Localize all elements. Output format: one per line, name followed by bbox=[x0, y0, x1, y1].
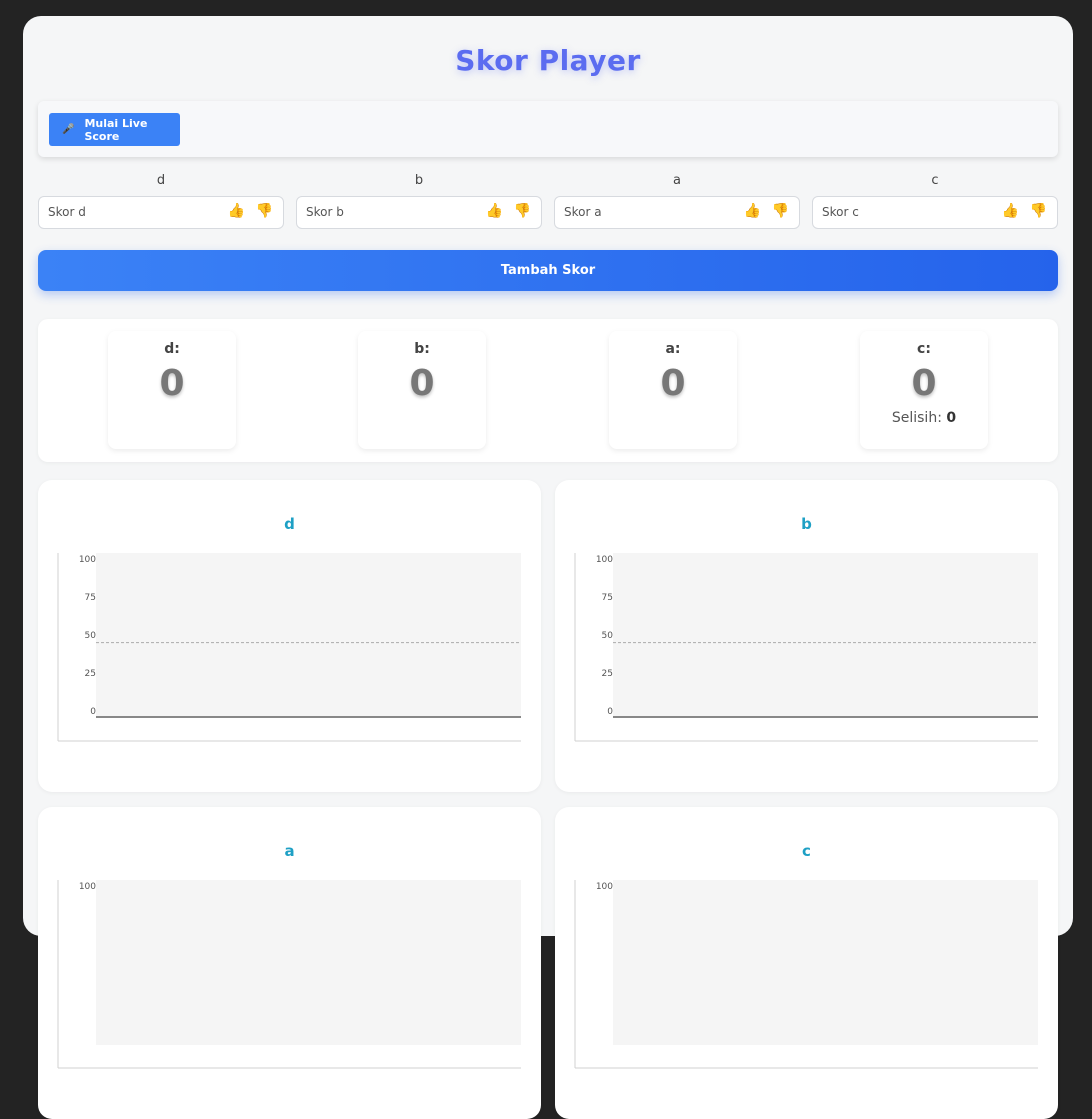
score-card-name: d: bbox=[164, 341, 180, 357]
y-tick-label: 25 bbox=[85, 669, 96, 679]
scoreboard-panel: d: 0 b: 0 a: 0 c: 0 Selisih: 0 bbox=[38, 319, 1058, 462]
score-value: 0 bbox=[409, 363, 435, 404]
y-tick-label: 75 bbox=[85, 593, 96, 603]
y-tick-label: 0 bbox=[607, 707, 613, 717]
player-name-label: c bbox=[931, 173, 939, 188]
player-name-label: d bbox=[156, 173, 166, 188]
score-difference: Selisih: 0 bbox=[860, 410, 988, 426]
player-name-label: a bbox=[673, 173, 681, 188]
y-tick-label: 100 bbox=[79, 555, 96, 565]
player-input-group-c: c Skor c 👍 👎 bbox=[812, 173, 1058, 229]
difference-value: 0 bbox=[946, 410, 957, 426]
y-tick-label: 50 bbox=[85, 631, 97, 641]
line-chart-c: 100 bbox=[574, 880, 1038, 1069]
y-tick-label: 100 bbox=[79, 882, 96, 892]
y-tick-label: 100 bbox=[596, 882, 613, 892]
thumbs-up-icon[interactable]: 👍 bbox=[228, 203, 245, 219]
live-score-bar: 🎤 Mulai Live Score bbox=[38, 101, 1058, 157]
score-input-d[interactable]: Skor d 👍 👎 bbox=[38, 196, 284, 229]
page-title: Skor Player bbox=[455, 44, 641, 77]
player-input-group-a: a Skor a 👍 👎 bbox=[554, 173, 800, 229]
plot-area bbox=[96, 880, 521, 1045]
start-live-score-button[interactable]: 🎤 Mulai Live Score bbox=[49, 113, 180, 146]
thumbs-up-icon[interactable]: 👍 bbox=[744, 203, 761, 219]
player-input-group-b: b Skor b 👍 👎 bbox=[296, 173, 542, 229]
line-chart-b: 0 25 50 75 100 bbox=[574, 553, 1038, 742]
microphone-icon: 🎤 bbox=[62, 124, 75, 135]
y-tick-label: 50 bbox=[602, 631, 614, 641]
score-input-placeholder: Skor a bbox=[564, 205, 602, 219]
score-input-c[interactable]: Skor c 👍 👎 bbox=[812, 196, 1058, 229]
y-tick-label: 100 bbox=[596, 555, 613, 565]
y-tick-label: 0 bbox=[90, 707, 96, 717]
plot-area bbox=[96, 553, 521, 718]
y-tick-label: 25 bbox=[602, 669, 613, 679]
plot-area bbox=[613, 880, 1038, 1045]
thumbs-down-icon[interactable]: 👎 bbox=[514, 203, 531, 219]
app-container: Skor Player 🎤 Mulai Live Score d Skor d … bbox=[23, 16, 1073, 1119]
y-tick-label: 75 bbox=[602, 593, 613, 603]
score-input-placeholder: Skor c bbox=[822, 205, 859, 219]
line-chart-a: 100 bbox=[57, 880, 521, 1069]
score-card-a: a: 0 bbox=[609, 331, 737, 449]
score-card-c: c: 0 Selisih: 0 bbox=[860, 331, 988, 449]
difference-label: Selisih: bbox=[891, 410, 942, 426]
score-card-d: d: 0 bbox=[108, 331, 236, 449]
chart-card-a: a 100 bbox=[38, 807, 541, 1119]
thumbs-up-icon[interactable]: 👍 bbox=[1002, 203, 1019, 219]
score-input-a[interactable]: Skor a 👍 👎 bbox=[554, 196, 800, 229]
thumbs-down-icon[interactable]: 👎 bbox=[1030, 203, 1047, 219]
score-card-name: c: bbox=[917, 341, 931, 357]
score-input-placeholder: Skor d bbox=[48, 205, 86, 219]
score-value: 0 bbox=[660, 363, 686, 404]
score-card-b: b: 0 bbox=[358, 331, 486, 449]
thumbs-down-icon[interactable]: 👎 bbox=[772, 203, 789, 219]
score-card-name: b: bbox=[414, 341, 430, 357]
score-input-b[interactable]: Skor b 👍 👎 bbox=[296, 196, 542, 229]
player-input-group-d: d Skor d 👍 👎 bbox=[38, 173, 284, 229]
line-chart-d: 0 25 50 75 100 bbox=[57, 553, 521, 742]
score-value: 0 bbox=[911, 363, 937, 404]
chart-card-d: d 0 25 50 75 100 bbox=[38, 480, 541, 792]
chart-card-b: b 0 25 50 75 100 bbox=[555, 480, 1058, 792]
score-card-name: a: bbox=[665, 341, 681, 357]
plot-area bbox=[613, 553, 1038, 718]
thumbs-up-icon[interactable]: 👍 bbox=[486, 203, 503, 219]
add-score-button[interactable]: Tambah Skor bbox=[38, 250, 1058, 291]
thumbs-down-icon[interactable]: 👎 bbox=[256, 203, 273, 219]
score-value: 0 bbox=[159, 363, 185, 404]
player-name-label: b bbox=[414, 173, 424, 188]
chart-card-c: c 100 bbox=[555, 807, 1058, 1119]
start-live-score-label: Mulai Live Score bbox=[84, 116, 148, 143]
score-input-placeholder: Skor b bbox=[306, 205, 344, 219]
